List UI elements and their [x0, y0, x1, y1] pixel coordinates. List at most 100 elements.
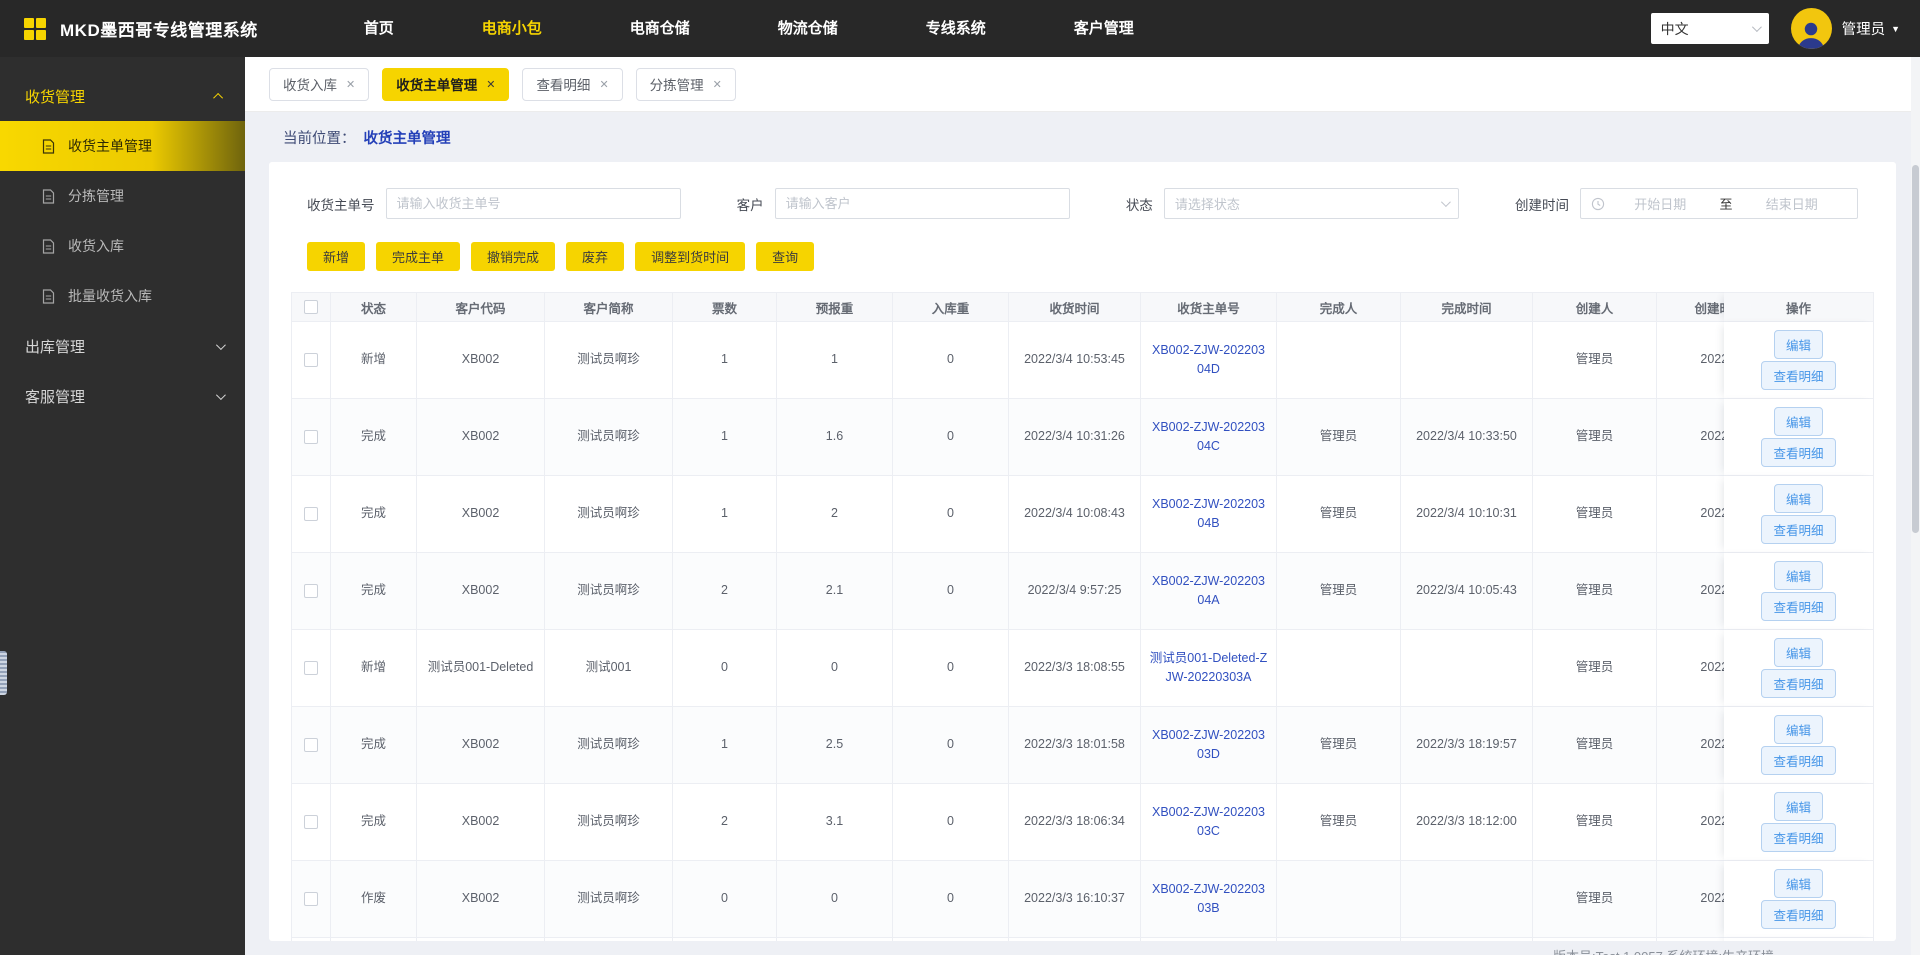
master-no-link[interactable]: 测试员001-Deleted-ZJW-20220303A — [1141, 630, 1277, 707]
cell-status: 完成 — [331, 399, 417, 476]
row-checkbox-cell — [291, 938, 331, 941]
edit-button[interactable]: 编辑 — [1773, 638, 1823, 667]
action-button[interactable]: 新增 — [307, 242, 366, 271]
row-checkbox[interactable] — [304, 507, 318, 522]
close-icon[interactable]: ✕ — [599, 78, 608, 91]
cell-completed-time — [1401, 861, 1533, 938]
sidebar-item[interactable]: 批量收货入库 — [0, 271, 245, 321]
sidebar-section-label: 出库管理 — [25, 338, 86, 356]
master-no-link[interactable]: XB002-ZJW-20220304D — [1141, 322, 1277, 399]
tab[interactable]: 分拣管理 ✕ — [635, 67, 736, 101]
action-button[interactable]: 废弃 — [566, 242, 625, 271]
close-icon[interactable]: ✕ — [486, 78, 495, 91]
start-date-field[interactable]: 开始日期 — [1605, 194, 1716, 213]
row-checkbox[interactable] — [304, 661, 318, 676]
end-date-field[interactable]: 结束日期 — [1736, 194, 1847, 213]
sidebar-section-header[interactable]: 收货管理 — [0, 71, 245, 121]
language-select[interactable]: 中文 — [1650, 13, 1769, 44]
master-no-input[interactable] — [385, 188, 681, 219]
avatar[interactable] — [1790, 8, 1832, 49]
close-icon[interactable]: ✕ — [713, 78, 722, 91]
edit-button[interactable]: 编辑 — [1773, 330, 1823, 359]
view-detail-button[interactable]: 查看明细 — [1761, 669, 1836, 698]
sidebar-item[interactable]: 收货入库 — [0, 221, 245, 271]
action-button[interactable]: 撤销完成 — [471, 242, 556, 271]
edit-button[interactable]: 编辑 — [1773, 869, 1823, 898]
cell-customer-name: 测试001 — [545, 630, 673, 707]
edit-button[interactable]: 编辑 — [1773, 561, 1823, 590]
date-range-picker[interactable]: 开始日期 至 结束日期 — [1579, 188, 1858, 219]
cell-tickets: 1 — [673, 707, 777, 784]
customer-input[interactable] — [774, 188, 1070, 219]
view-detail-button[interactable]: 查看明细 — [1761, 900, 1836, 929]
chevron-down-icon — [1440, 197, 1451, 208]
tab-bar: 收货入库 ✕ 收货主单管理 ✕ 查看明细 ✕ 分拣管理 ✕ — [245, 57, 1920, 112]
row-checkbox[interactable] — [304, 892, 318, 907]
view-detail-button[interactable]: 查看明细 — [1761, 592, 1836, 621]
sidebar-item[interactable]: 收货主单管理 — [0, 121, 245, 171]
action-button[interactable]: 查询 — [756, 242, 815, 271]
row-checkbox[interactable] — [304, 815, 318, 830]
table-row: 完成 XB002 测试员啊珍 1 1.6 0 2022/3/4 10:31:26 XB002-… — [291, 399, 1874, 476]
top-menu-item[interactable]: 专线系统 — [882, 0, 1030, 57]
tab[interactable]: 收货主单管理 ✕ — [382, 67, 510, 101]
master-no-link[interactable]: XB002-ZJW-20220304C — [1141, 399, 1277, 476]
row-checkbox[interactable] — [304, 584, 318, 599]
column-header: 完成人 — [1277, 292, 1401, 322]
view-detail-button[interactable]: 查看明细 — [1761, 515, 1836, 544]
row-checkbox-cell — [291, 630, 331, 707]
sidebar-section-header[interactable]: 客服管理 — [0, 371, 245, 421]
cell-inbound-weight: 0 — [893, 476, 1009, 553]
document-icon — [42, 238, 56, 254]
action-button[interactable]: 完成主单 — [376, 242, 461, 271]
row-checkbox[interactable] — [304, 738, 318, 753]
action-button-row: 新增 完成主单 撤销完成 废弃 调整到货时间 查询 — [307, 242, 1874, 271]
status-label: 状态 — [1125, 197, 1153, 213]
master-no-link[interactable]: XB002-ZJW-20220303C — [1141, 784, 1277, 861]
sidebar-section-header[interactable]: 出库管理 — [0, 321, 245, 371]
breadcrumb-current-link[interactable]: 收货主单管理 — [364, 127, 451, 148]
cell-customer-code: XB002 — [417, 322, 545, 399]
drag-handle[interactable] — [0, 651, 7, 695]
master-no-link[interactable]: XB002-ZJW-20220303B — [1141, 861, 1277, 938]
cell-customer-code: XB002 — [417, 553, 545, 630]
master-no-link[interactable]: XB002-ZJW-20220304A — [1141, 553, 1277, 630]
tab-label: 收货入库 — [283, 78, 337, 93]
tab[interactable]: 收货入库 ✕ — [269, 67, 370, 101]
master-no-link[interactable]: XB002-ZJW-20220304B — [1141, 476, 1277, 553]
column-header: 预报重 — [777, 292, 893, 322]
sidebar-section-label: 客服管理 — [25, 388, 86, 406]
top-menu-item[interactable]: 客户管理 — [1030, 0, 1178, 57]
sidebar-item[interactable]: 分拣管理 — [0, 171, 245, 221]
edit-button[interactable]: 编辑 — [1773, 407, 1823, 436]
master-no-link[interactable]: XB002-ZJW-20220303A — [1141, 938, 1277, 941]
vertical-scrollbar-thumb[interactable] — [1912, 165, 1919, 533]
vertical-scrollbar-track[interactable] — [1911, 57, 1920, 955]
close-icon[interactable]: ✕ — [346, 78, 355, 91]
top-menu-item[interactable]: 电商仓储 — [586, 0, 734, 57]
top-menu-item[interactable]: 电商小包 — [438, 0, 586, 57]
cell-completed-by: 管理员 — [1277, 784, 1401, 861]
row-checkbox[interactable] — [304, 430, 318, 445]
cell-completed-time: 2022/3/4 10:10:31 — [1401, 476, 1533, 553]
table-row: 完成 XB002 测试员啊珍 1 2 0 2022/3/4 10:08:43 XB002-ZJ… — [291, 476, 1874, 553]
action-button[interactable]: 调整到货时间 — [635, 242, 746, 271]
document-icon — [42, 288, 56, 304]
table-row: 作废 XB002 测试员啊珍 0 0 0 2022/3/3 16:10:37 XB002-ZJ… — [291, 861, 1874, 938]
top-menu-item[interactable]: 首页 — [320, 0, 438, 57]
select-all-checkbox[interactable] — [304, 300, 318, 315]
filter-master-no: 收货主单号 — [307, 188, 681, 219]
row-checkbox[interactable] — [304, 353, 318, 368]
master-no-link[interactable]: XB002-ZJW-20220303D — [1141, 707, 1277, 784]
edit-button[interactable]: 编辑 — [1773, 792, 1823, 821]
view-detail-button[interactable]: 查看明细 — [1761, 361, 1836, 390]
status-select[interactable]: 请选择状态 — [1163, 188, 1459, 219]
view-detail-button[interactable]: 查看明细 — [1761, 746, 1836, 775]
edit-button[interactable]: 编辑 — [1773, 715, 1823, 744]
tab[interactable]: 查看明细 ✕ — [522, 67, 623, 101]
view-detail-button[interactable]: 查看明细 — [1761, 823, 1836, 852]
user-menu[interactable]: 管理员 ▼ — [1842, 18, 1900, 39]
top-menu-item[interactable]: 物流仓储 — [734, 0, 882, 57]
edit-button[interactable]: 编辑 — [1773, 484, 1823, 513]
view-detail-button[interactable]: 查看明细 — [1761, 438, 1836, 467]
